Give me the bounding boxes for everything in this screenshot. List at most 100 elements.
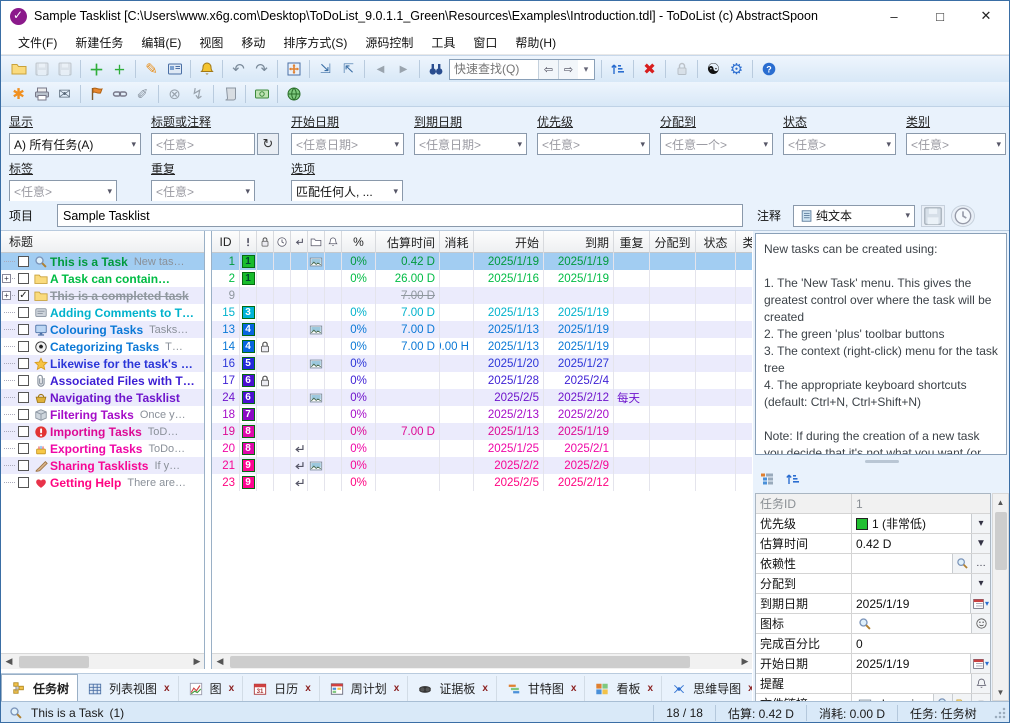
menu-item-7[interactable]: 工具 <box>422 31 464 54</box>
column-header-category[interactable]: 类别 <box>736 231 752 253</box>
attributes-scrollbar[interactable]: ▲ ▼ <box>992 493 1009 701</box>
title-column-header[interactable]: 标题 <box>1 231 204 253</box>
new-subtask-button[interactable]: ＋ <box>108 58 131 80</box>
task-checkbox[interactable] <box>18 307 29 318</box>
column-header-return[interactable] <box>291 231 308 253</box>
cancel-all-button[interactable]: ⊗ <box>163 83 186 105</box>
menu-item-2[interactable]: 编辑(E) <box>132 31 190 54</box>
task-icon-value[interactable] <box>852 614 971 633</box>
tree-horizontal-scrollbar[interactable]: ◀ ▶ <box>1 653 205 669</box>
flag-task-button[interactable] <box>85 83 108 105</box>
scroll-left-icon[interactable]: ◀ <box>1 654 17 670</box>
task-row-title[interactable]: Colouring Tasks Tasks… <box>1 321 204 338</box>
filter-options-select[interactable]: 匹配任何人, ... ▾ <box>291 180 403 202</box>
task-row-data[interactable]: 15 3 0% 7.00 D 2025/1/13 2025/1/19 <box>212 304 752 321</box>
filter-priority-select[interactable]: <任意> ▾ <box>537 133 650 155</box>
task-row-title[interactable]: Associated Files with T… <box>1 372 204 389</box>
reminder-value[interactable] <box>852 674 971 693</box>
task-checkbox[interactable] <box>18 256 29 267</box>
column-header-clock[interactable] <box>274 231 291 253</box>
scroll-right-icon[interactable]: ▶ <box>189 654 205 670</box>
quick-find-input[interactable] <box>450 61 538 78</box>
open-tasklist-button[interactable] <box>7 58 30 80</box>
scroll-down-icon[interactable]: ▼ <box>993 684 1008 700</box>
allocated-to-value[interactable] <box>852 574 971 593</box>
quick-find-dropdown[interactable]: ▾ <box>578 60 594 79</box>
task-row-data[interactable]: 14 4 0% 7.00 D 0.00 H 2025/1/13 2025/1/1… <box>212 338 752 355</box>
close-tab-icon[interactable]: x <box>394 683 400 694</box>
task-row-data[interactable]: 9 7.00 D <box>212 287 752 304</box>
close-tab-icon[interactable]: x <box>164 683 170 694</box>
menu-item-3[interactable]: 视图 <box>190 31 232 54</box>
delete-task-button[interactable]: ✖ <box>638 58 661 80</box>
new-tasklist-button[interactable]: ✱ <box>7 83 30 105</box>
filter-title-select[interactable]: <任意> <box>151 133 255 155</box>
folder-icon[interactable] <box>952 694 971 701</box>
calendar-icon[interactable]: ▾ <box>970 654 990 673</box>
find-prev-button[interactable]: ⇦ <box>538 60 558 79</box>
minimize-button[interactable]: – <box>871 1 917 31</box>
column-header-id[interactable]: ID <box>212 231 240 253</box>
activity-log-button[interactable] <box>218 83 241 105</box>
next-task-button[interactable]: ▶ <box>392 58 415 80</box>
comments-save-button[interactable] <box>921 205 945 227</box>
comments-expand-button[interactable] <box>951 205 975 227</box>
task-checkbox[interactable]: ✓ <box>18 290 29 301</box>
close-tab-icon[interactable]: x <box>748 683 752 694</box>
task-row-title[interactable]: + ✓ This is a completed task <box>1 287 204 304</box>
column-header-lock[interactable] <box>257 231 274 253</box>
redo-button[interactable]: ↷ <box>250 58 273 80</box>
task-row-title[interactable]: + A Task can contain… <box>1 270 204 287</box>
cleanup-button[interactable]: ✐ <box>131 83 154 105</box>
tab-listview[interactable]: 列表视图 x <box>78 676 179 701</box>
task-row-data[interactable]: 24 6 0% 2025/2/5 2025/2/12 每天 <box>212 389 752 406</box>
filter-allocto-select[interactable]: <任意一个> ▾ <box>660 133 773 155</box>
column-header-allocto[interactable]: 分配到 <box>650 231 696 253</box>
spinner-icon[interactable]: ▼ <box>971 534 990 553</box>
chevron-down-icon[interactable]: ▾ <box>971 574 990 593</box>
menu-item-6[interactable]: 源码控制 <box>356 31 422 54</box>
column-header-due[interactable]: 到期 <box>544 231 614 253</box>
save-all-button[interactable] <box>53 58 76 80</box>
refresh-icon[interactable]: ↻ <box>257 133 279 155</box>
due-date-value[interactable]: 2025/1/19 <box>852 594 970 613</box>
task-checkbox[interactable] <box>18 443 29 454</box>
task-checkbox[interactable] <box>18 341 29 352</box>
task-row-title[interactable]: Sharing Tasklists If y… <box>1 457 204 474</box>
save-tasklist-button[interactable] <box>30 58 53 80</box>
scroll-up-icon[interactable]: ▲ <box>993 494 1008 510</box>
magnifier-icon[interactable] <box>933 694 952 701</box>
task-checkbox[interactable] <box>18 392 29 403</box>
group-attributes-button[interactable] <box>757 469 777 489</box>
task-checkbox[interactable] <box>18 358 29 369</box>
toggle-timer-button[interactable]: ↯ <box>186 83 209 105</box>
filter-category-select[interactable]: <任意> ▾ <box>906 133 1006 155</box>
task-row-title[interactable]: Navigating the Tasklist <box>1 389 204 406</box>
close-tab-icon[interactable]: x <box>305 683 311 694</box>
expand-icon[interactable]: + <box>2 274 11 283</box>
task-id-value[interactable]: 1 <box>852 494 990 513</box>
find-tasks-button[interactable] <box>424 58 447 80</box>
edit-task-title-button[interactable]: ✎ <box>140 58 163 80</box>
column-header-folderh[interactable] <box>308 231 325 253</box>
scroll-left-icon[interactable]: ◀ <box>212 654 228 670</box>
task-checkbox[interactable] <box>18 273 29 284</box>
filter-startdate-select[interactable]: <任意日期> ▾ <box>291 133 404 155</box>
sort-button[interactable] <box>606 58 629 80</box>
indent-task-button[interactable]: ⇲ <box>314 58 337 80</box>
tab-chart[interactable]: 图 x <box>179 676 244 701</box>
column-header-status[interactable]: 状态 <box>696 231 736 253</box>
send-email-button[interactable]: ✉ <box>53 83 76 105</box>
tab-mindmap[interactable]: 思维导图 x <box>662 676 752 701</box>
task-checkbox[interactable] <box>18 324 29 335</box>
task-row-data[interactable]: 20 8 0% 2025/1/25 2025/2/1 <box>212 440 752 457</box>
close-button[interactable]: ✕ <box>963 1 1009 31</box>
preferences-button[interactable]: ⚙ <box>725 58 748 80</box>
expand-icon[interactable]: + <box>2 291 11 300</box>
file-link-value[interactable]: doors.jpg <box>852 694 933 701</box>
task-comments-text[interactable]: New tasks can be created using: 1. The '… <box>755 233 1007 455</box>
close-tab-icon[interactable]: x <box>648 683 654 694</box>
task-row-data[interactable]: 19 8 0% 7.00 D 2025/1/13 2025/1/19 <box>212 423 752 440</box>
magnifier-icon[interactable] <box>952 554 971 573</box>
task-row-title[interactable]: This is a Task New tas… <box>1 253 204 270</box>
